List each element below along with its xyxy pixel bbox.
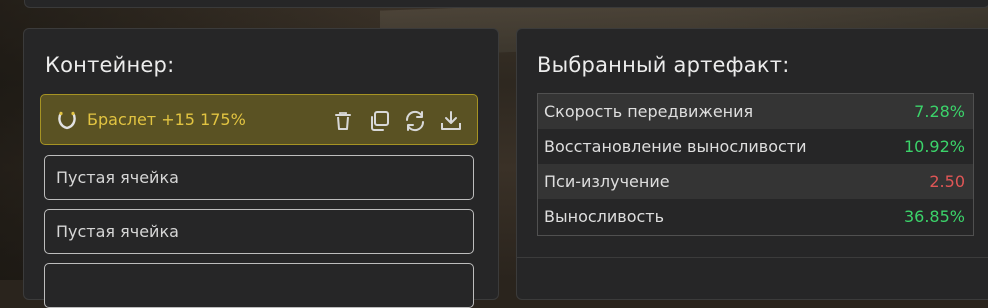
container-title: Контейнер: — [45, 53, 175, 77]
horseshoe-icon — [58, 111, 76, 130]
stat-row: Выносливость 36.85% — [538, 199, 973, 234]
slot-actions — [329, 108, 465, 134]
swap-button[interactable] — [401, 108, 429, 134]
export-button[interactable] — [437, 108, 465, 134]
stat-label: Выносливость — [544, 207, 665, 226]
empty-slot[interactable] — [44, 263, 474, 308]
artifact-panel: Выбранный артефакт: Скорость передвижени… — [516, 28, 988, 300]
stat-value: 36.85% — [903, 207, 965, 226]
stat-row: Скорость передвижения 7.28% — [538, 94, 973, 129]
selected-slot-label: Браслет +15 175% — [87, 110, 246, 129]
stat-row: Пси-излучение 2.50 — [538, 164, 973, 199]
empty-slot-label: Пустая ячейка — [56, 222, 179, 241]
stat-label: Скорость передвижения — [544, 102, 754, 121]
stat-value: 2.50 — [929, 172, 965, 191]
artifact-title: Выбранный артефакт: — [537, 53, 790, 77]
container-panel: Контейнер: Браслет +15 175% Пустая ячейк… — [23, 28, 499, 308]
copy-icon — [371, 111, 389, 131]
stat-row: Восстановление выносливости 10.92% — [538, 129, 973, 164]
empty-slot[interactable]: Пустая ячейка — [44, 209, 474, 254]
stats-table: Скорость передвижения 7.28% Восстановлен… — [537, 93, 974, 236]
stat-label: Пси-излучение — [544, 172, 670, 191]
download-icon — [441, 111, 461, 130]
stat-value: 7.28% — [914, 102, 965, 121]
top-panel-edge — [24, 0, 988, 8]
delete-button[interactable] — [329, 108, 357, 134]
selected-slot[interactable]: Браслет +15 175% — [40, 94, 478, 145]
stat-label: Восстановление выносливости — [544, 137, 807, 156]
duplicate-button[interactable] — [365, 108, 393, 134]
empty-slot-label: Пустая ячейка — [56, 168, 179, 187]
stat-value: 10.92% — [903, 137, 965, 156]
empty-slot[interactable]: Пустая ячейка — [44, 155, 474, 200]
section-divider — [517, 257, 988, 258]
trash-icon — [335, 112, 351, 130]
refresh-icon — [405, 110, 425, 132]
